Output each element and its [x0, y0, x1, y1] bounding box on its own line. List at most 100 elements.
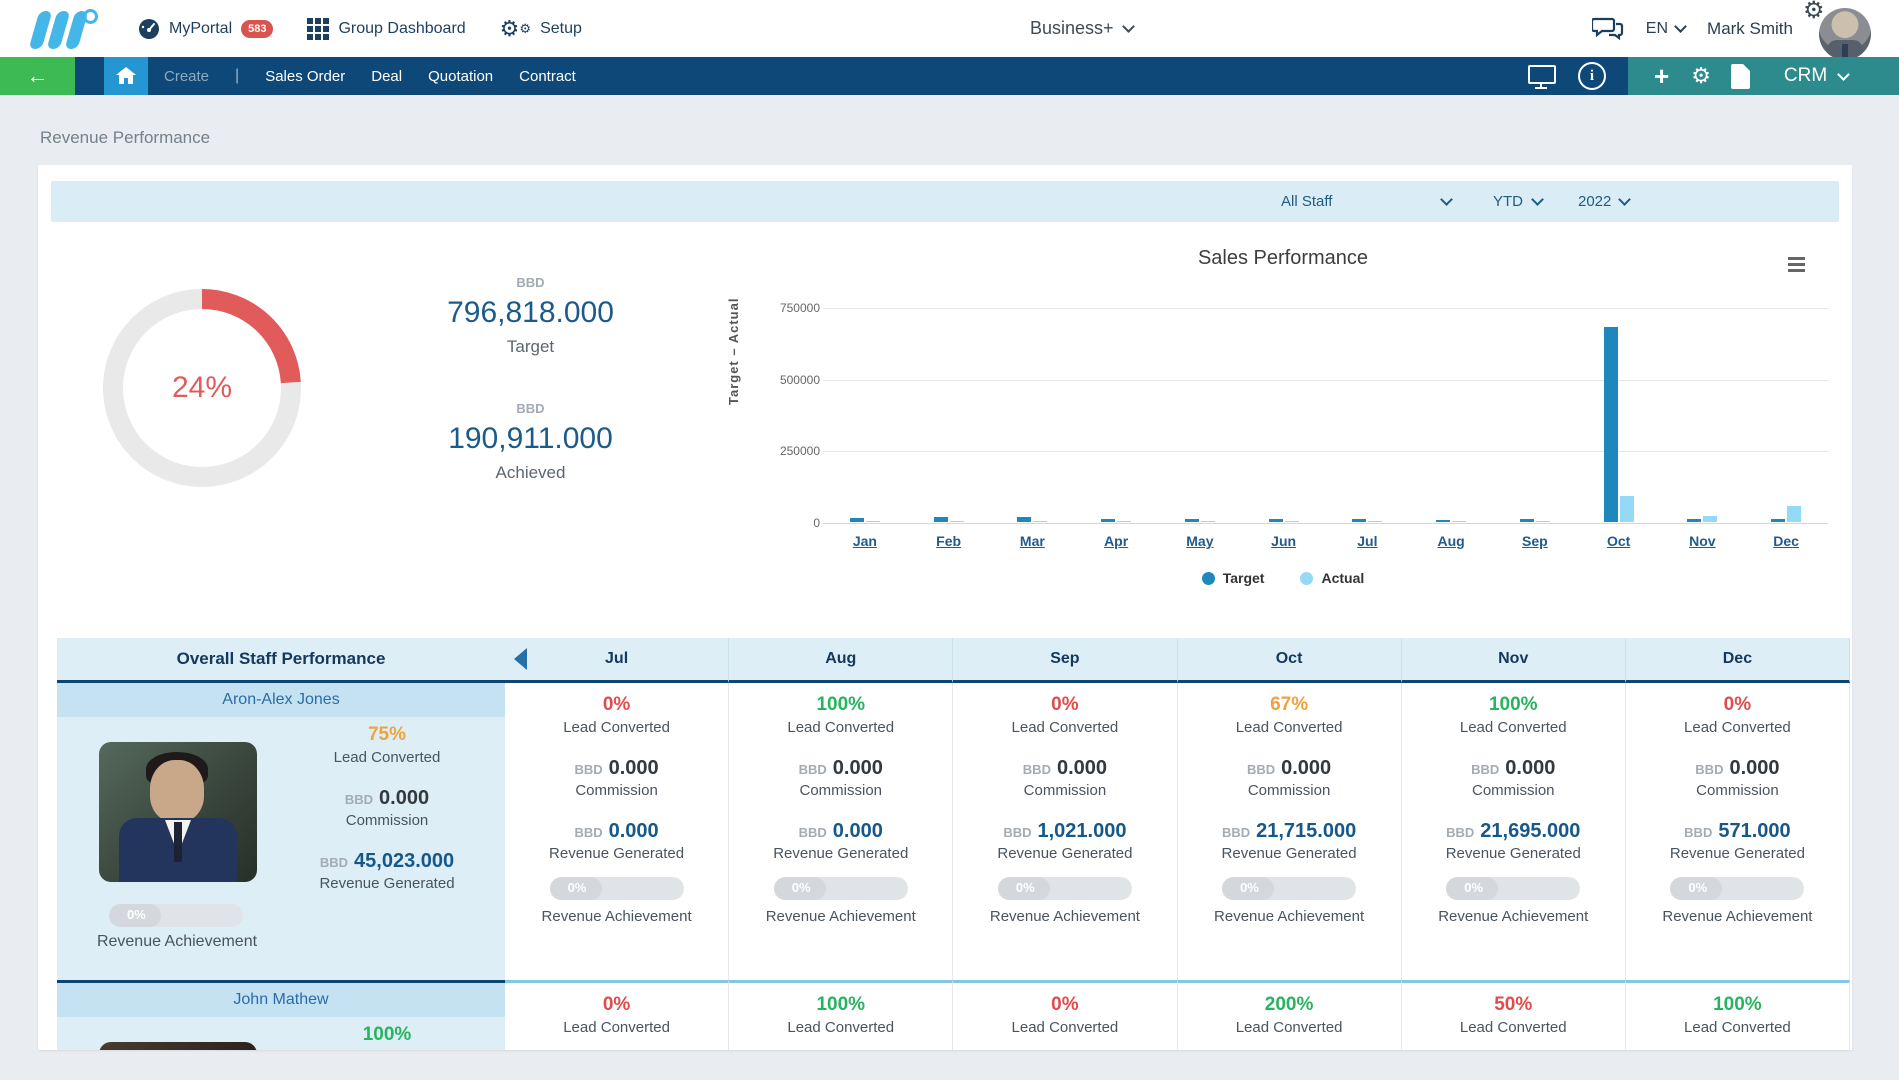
filter-dropdown-2[interactable]: 2022 [1578, 181, 1629, 222]
month-link[interactable]: May [1160, 533, 1240, 549]
actual-bar[interactable] [1452, 521, 1466, 522]
lead-label: Lead Converted [1178, 1017, 1401, 1039]
lead-label: Lead Converted [1626, 717, 1849, 739]
lead-percent: 50% [1402, 993, 1625, 1017]
actual-bar[interactable] [1201, 521, 1215, 522]
actual-bar[interactable] [950, 521, 964, 522]
money-label: Commission [729, 780, 952, 802]
nav-group-dashboard[interactable]: Group Dashboard [307, 18, 465, 40]
nav-myportal-label: MyPortal [169, 20, 232, 38]
create-label[interactable]: Create [164, 68, 209, 85]
target-bar[interactable] [850, 518, 864, 522]
month-link[interactable]: Sep [1495, 533, 1575, 549]
column-label: Sep [1050, 650, 1079, 668]
month-link[interactable]: Apr [1076, 533, 1156, 549]
month-cell-dec: 0%Lead ConvertedBBD0.000CommissionBBD571… [1626, 683, 1850, 980]
month-link[interactable]: Jun [1244, 533, 1324, 549]
scroll-left-icon[interactable] [514, 648, 527, 670]
lead-label: Lead Converted [1402, 1017, 1625, 1039]
actual-bar[interactable] [866, 521, 880, 522]
actual-bar[interactable] [1536, 521, 1550, 522]
module-dropdown[interactable]: CRM [1784, 65, 1848, 87]
home-button[interactable] [104, 57, 148, 95]
nav-contract[interactable]: Contract [519, 68, 576, 85]
dashboard-card: All StaffYTD2022 24% BBD 796,818.000 Tar… [38, 165, 1852, 1050]
nav-myportal[interactable]: MyPortal 583 [138, 18, 273, 40]
money-line: BBD21,695.000 [1402, 820, 1625, 843]
back-button[interactable]: ← [0, 57, 75, 95]
achievement-progress: 0% [998, 877, 1132, 900]
money-value: 45,023.000 [354, 850, 454, 872]
column-label: Oct [1276, 650, 1303, 668]
module-gear-icon[interactable]: ⚙ [1691, 63, 1711, 89]
money-label: Revenue Generated [953, 843, 1176, 865]
column-label: Aug [825, 650, 856, 668]
money-line: BBD0.000 [505, 757, 728, 780]
month-cell-jul: 0%Lead ConvertedBBD0.000CommissionBBD0.0… [505, 683, 729, 980]
target-bar[interactable] [1101, 519, 1115, 522]
achievement-progress: 0% [109, 904, 243, 927]
nav-setup[interactable]: ⚙⚙ Setup [500, 19, 582, 39]
nav-quotation[interactable]: Quotation [428, 68, 493, 85]
chart-menu-icon[interactable] [1788, 257, 1805, 275]
target-bar[interactable] [934, 517, 948, 522]
settings-gear-icon[interactable]: ⚙ [1803, 0, 1825, 25]
month-link[interactable]: Oct [1579, 533, 1659, 549]
info-icon[interactable]: i [1578, 62, 1606, 90]
chat-icon[interactable] [1592, 16, 1624, 42]
money-line: BBD0.000 [729, 820, 952, 843]
money-label: Revenue Generated [1178, 843, 1401, 865]
actual-bar[interactable] [1285, 521, 1299, 522]
add-icon[interactable]: + [1654, 66, 1669, 86]
nav-deal[interactable]: Deal [371, 68, 402, 85]
money-value: 0.000 [833, 820, 883, 842]
nav-sales-order[interactable]: Sales Order [265, 68, 345, 85]
target-bar[interactable] [1269, 519, 1283, 522]
money-label: Revenue Generated [505, 843, 728, 865]
actual-bar[interactable] [1033, 521, 1047, 522]
divider: | [235, 67, 239, 85]
chevron-down-icon [1619, 193, 1632, 206]
target-bar[interactable] [1017, 517, 1031, 522]
month-link[interactable]: Aug [1411, 533, 1491, 549]
month-link[interactable]: Dec [1746, 533, 1826, 549]
brand-logo[interactable] [30, 9, 100, 51]
target-bar[interactable] [1771, 519, 1785, 522]
target-bar[interactable] [1185, 519, 1199, 522]
legend-item-target[interactable]: Target [1202, 570, 1265, 586]
lead-percent: 100% [729, 993, 952, 1017]
actual-bar[interactable] [1368, 521, 1382, 522]
month-link[interactable]: Jan [825, 533, 905, 549]
money-value: 0.000 [379, 787, 429, 809]
actual-bar[interactable] [1787, 506, 1801, 522]
home-icon [116, 67, 136, 85]
actual-bar[interactable] [1703, 516, 1717, 522]
language-dropdown[interactable]: EN [1646, 20, 1685, 38]
achieved-label: Achieved [368, 463, 693, 483]
target-bar[interactable] [1604, 327, 1618, 522]
legend-item-actual[interactable]: Actual [1300, 570, 1364, 586]
document-icon[interactable] [1731, 64, 1750, 89]
header-right: EN Mark Smith ⚙ [1592, 0, 1871, 57]
target-bar[interactable] [1352, 519, 1366, 522]
column-header-oct: Oct [1178, 638, 1402, 683]
month-link[interactable]: Feb [909, 533, 989, 549]
filter-dropdown-1[interactable]: YTD [1493, 181, 1542, 222]
actual-bar[interactable] [1117, 521, 1131, 522]
month-link[interactable]: Jul [1327, 533, 1407, 549]
month-link[interactable]: Nov [1662, 533, 1742, 549]
monitor-icon[interactable] [1528, 65, 1554, 87]
legend-label: Actual [1321, 570, 1364, 586]
user-avatar-wrap[interactable]: ⚙ [1815, 4, 1871, 60]
currency-label: BBD [320, 855, 348, 870]
progress-percent: 0% [1240, 880, 1259, 895]
actual-bar[interactable] [1620, 496, 1634, 522]
target-bar[interactable] [1436, 520, 1450, 522]
currency-label: BBD [1446, 825, 1474, 840]
filter-dropdown-0[interactable]: All Staff [1281, 181, 1451, 222]
target-bar[interactable] [1687, 519, 1701, 522]
month-link[interactable]: Mar [992, 533, 1072, 549]
plan-dropdown[interactable]: Business+ [1030, 0, 1133, 57]
target-bar[interactable] [1520, 519, 1534, 522]
money-line: BBD571.000 [1626, 820, 1849, 843]
